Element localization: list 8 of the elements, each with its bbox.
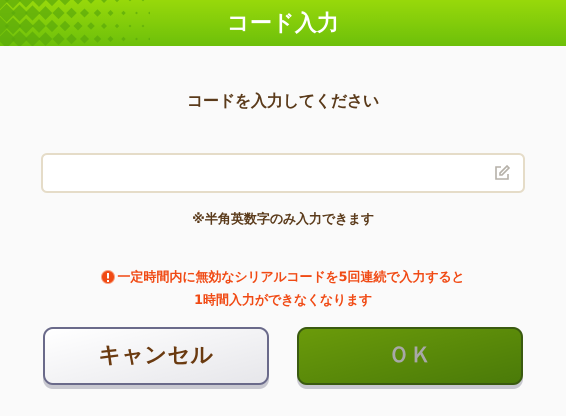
warning-icon [101,270,116,284]
pencil-icon [493,164,511,182]
note-text: ※半角英数字のみ入力できます [192,210,374,229]
warning-text: 1時間入力ができなくなります [194,292,372,310]
warning-text: 一定時間内に無効なシリアルコードを5回連続で入力すると [117,268,465,286]
prompt-text: コードを入力してください [187,90,379,112]
dialog-title: コード入力 [227,10,339,38]
code-input-field[interactable] [41,153,525,193]
